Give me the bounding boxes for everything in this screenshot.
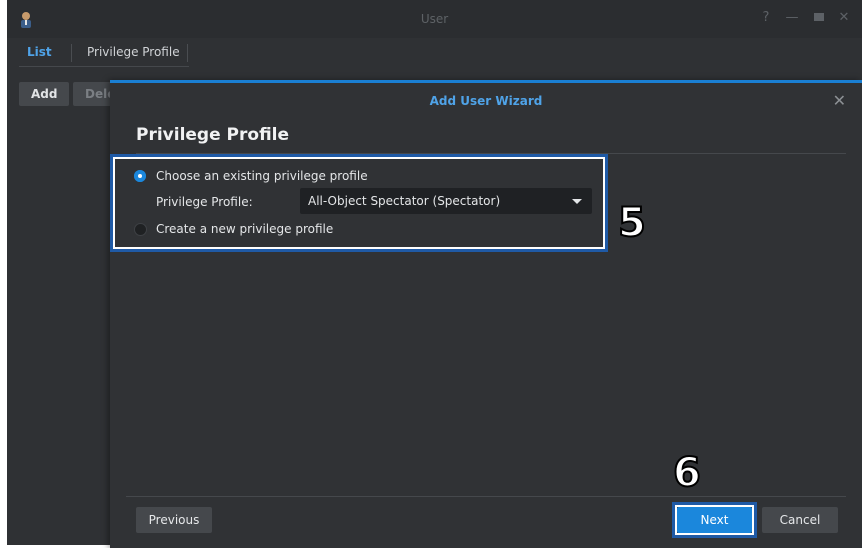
cancel-button[interactable]: Cancel — [762, 507, 838, 533]
help-icon[interactable]: ? — [759, 11, 773, 25]
new-profile-radio[interactable] — [134, 223, 147, 236]
next-button[interactable]: Next — [677, 507, 752, 533]
tab-separator — [187, 44, 188, 62]
new-profile-label[interactable]: Create a new privilege profile — [156, 222, 333, 236]
title-bar: User ? — ✕ — [7, 0, 862, 38]
existing-profile-radio[interactable] — [134, 170, 146, 182]
tab-privilege-profile[interactable]: Privilege Profile — [77, 38, 190, 66]
step-6-marker: 6 — [672, 450, 702, 496]
tab-bar: List Privilege Profile — [7, 38, 862, 66]
add-user-wizard-dialog: Add User Wizard ✕ Privilege Profile Choo… — [110, 80, 862, 548]
section-title: Privilege Profile — [136, 125, 290, 145]
wizard-close-icon[interactable]: ✕ — [833, 91, 846, 110]
tab-underline — [19, 66, 189, 67]
footer-divider — [126, 496, 846, 497]
previous-button[interactable]: Previous — [136, 507, 212, 533]
privilege-profile-select[interactable]: All-Object Spectator (Spectator) — [300, 188, 592, 214]
wizard-title: Add User Wizard — [429, 94, 543, 108]
add-button[interactable]: Add — [19, 82, 70, 106]
privilege-profile-value: All-Object Spectator (Spectator) — [308, 194, 501, 208]
minimize-icon[interactable]: — — [785, 11, 799, 25]
privilege-profile-label: Privilege Profile: — [156, 195, 253, 209]
chevron-down-icon — [572, 199, 582, 204]
window-title: User — [420, 12, 449, 26]
tab-separator — [71, 44, 72, 62]
existing-profile-label[interactable]: Choose an existing privilege profile — [156, 169, 368, 183]
maximize-icon[interactable] — [812, 11, 826, 25]
tab-list[interactable]: List — [17, 38, 62, 66]
step-5-marker: 5 — [617, 200, 647, 246]
close-icon[interactable]: ✕ — [837, 11, 851, 25]
